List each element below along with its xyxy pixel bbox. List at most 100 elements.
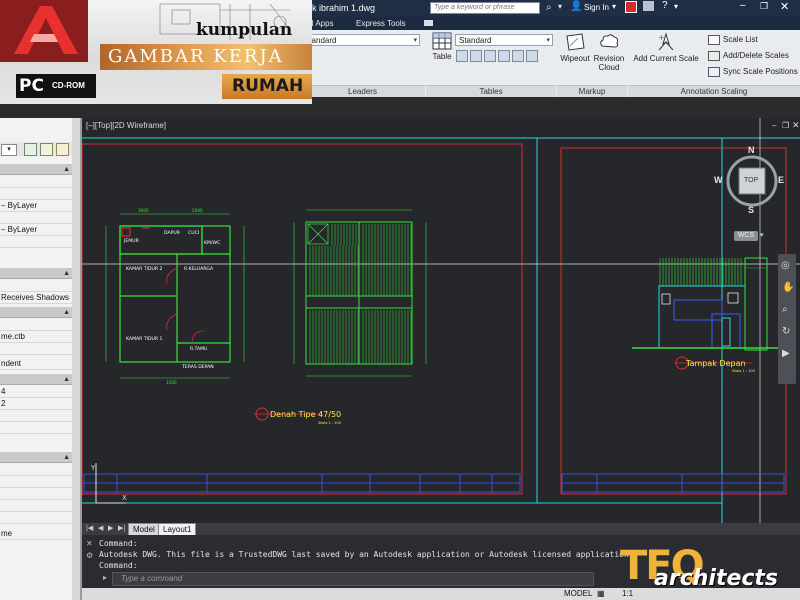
viewport-restore-icon[interactable]: ❐ (782, 121, 789, 130)
palette-row[interactable] (0, 476, 72, 488)
elevation-roof-lines (659, 258, 742, 286)
palette-section-header[interactable]: ▲ (0, 307, 72, 318)
watermark-architects: architects (654, 566, 779, 591)
palette-row-value[interactable]: 2 (0, 398, 72, 410)
model-space-toggle[interactable]: MODEL (564, 589, 592, 598)
viewport-controls-label[interactable]: [–][Top][2D Wireframe] (86, 121, 166, 130)
command-input[interactable]: ▸ Type a command (103, 572, 594, 586)
close-icon[interactable]: ✕ (780, 0, 789, 13)
palette-row-linetype[interactable]: – ByLayer (0, 200, 72, 212)
palette-row[interactable] (0, 512, 72, 524)
palette-section-header[interactable]: ▲ (0, 452, 72, 463)
table-button[interactable]: Table (430, 32, 454, 68)
table-tool-icon[interactable] (512, 50, 524, 62)
chevron-down-icon[interactable]: ▾ (612, 2, 616, 11)
compass-north-label[interactable]: N (748, 145, 755, 155)
viewcube-top-face[interactable]: TOP (744, 177, 758, 184)
annotation-scale-value[interactable]: 1:1 (622, 589, 633, 598)
palette-row[interactable] (0, 176, 72, 188)
palette-row[interactable] (0, 212, 72, 224)
showmotion-icon[interactable]: ▶ (782, 348, 790, 359)
table-tool-icon[interactable] (484, 50, 496, 62)
select-objects-icon[interactable] (40, 143, 53, 156)
leader-style-combo[interactable]: Standard ▾ (300, 34, 420, 46)
table-tool-icon[interactable] (498, 50, 510, 62)
pc-cdrom-badge: PC CD-ROM (16, 74, 96, 98)
add-current-scale-button[interactable]: + Add Current Scale (630, 32, 702, 76)
table-style-combo[interactable]: Standard ▾ (455, 34, 553, 46)
viewport-close-icon[interactable]: ✕ (792, 120, 800, 131)
palette-section-header[interactable]: ▲ (0, 268, 72, 279)
revision-cloud-button[interactable]: Revision Cloud (592, 32, 626, 76)
zoom-icon[interactable]: ⌕ (782, 304, 788, 315)
binoculars-icon[interactable]: ⌕ (546, 2, 552, 13)
compass-east-label[interactable]: E (778, 175, 784, 185)
steering-wheel-icon[interactable]: ◎ (781, 260, 790, 271)
palette-row-plot-attached[interactable]: ndent (0, 358, 72, 370)
palette-row[interactable] (0, 236, 72, 248)
add-delete-scales-button[interactable]: Add/Delete Scales (708, 51, 789, 61)
store-icon[interactable] (643, 1, 654, 11)
roof-hatch-lines (309, 224, 412, 364)
add-delete-scales-label: Add/Delete Scales (723, 51, 789, 61)
chevron-down-icon[interactable]: ▾ (760, 231, 764, 239)
prev-layout-icon[interactable]: ◀ (98, 524, 103, 532)
quick-select-icon[interactable] (56, 143, 69, 156)
scale-list-button[interactable]: Scale List (708, 35, 758, 45)
last-layout-icon[interactable]: ▶| (118, 524, 125, 532)
palette-row-ucs-name[interactable]: me (0, 528, 72, 540)
drawing-viewport[interactable]: Y X JEMUR DAPUR CUCI KM/WC KAMAR TIDUR 2… (81, 118, 800, 523)
grid-icon[interactable]: ▦ (597, 589, 605, 598)
pan-icon[interactable]: ✋ (782, 282, 794, 293)
wcs-menu[interactable]: WCS (734, 231, 758, 241)
orbit-icon[interactable]: ↻ (782, 326, 790, 337)
chevron-down-icon[interactable]: ▾ (558, 2, 562, 11)
sync-scale-positions-button[interactable]: Sync Scale Positions (708, 67, 798, 77)
search-input[interactable]: Type a keyword or phrase (430, 2, 540, 14)
palette-row[interactable] (0, 500, 72, 512)
ribbon-toggle-icon[interactable] (424, 20, 433, 26)
palette-row-plot-style-table[interactable]: me.ctb (0, 331, 72, 343)
panel-title-leaders: Leaders (300, 85, 425, 97)
palette-section-header[interactable]: ▲ (0, 164, 72, 175)
wipeout-label: Wipeout (560, 54, 590, 63)
wrench-icon[interactable]: ⚙ (86, 551, 93, 560)
next-layout-icon[interactable]: ▶ (108, 524, 113, 532)
palette-row[interactable] (0, 188, 72, 200)
viewcube[interactable]: N S W E TOP (714, 145, 785, 215)
tab-express-tools[interactable]: Express Tools (356, 17, 406, 30)
chevron-down-icon[interactable]: ▾ (1, 144, 17, 156)
palette-section-header[interactable]: ▲ (0, 374, 72, 385)
table-icon (432, 32, 452, 50)
add-delete-scales-icon (708, 51, 720, 61)
compass-west-label[interactable]: W (714, 175, 723, 185)
palette-row-shadows[interactable]: Receives Shadows (0, 292, 72, 304)
palette-scrollbar[interactable] (72, 118, 80, 600)
chevron-down-icon[interactable]: ▾ (674, 2, 678, 11)
restore-icon[interactable]: ❐ (760, 1, 768, 12)
sign-in-link[interactable]: Sign In (584, 3, 609, 12)
palette-row-lineweight[interactable]: – ByLayer (0, 224, 72, 236)
palette-row[interactable] (0, 464, 72, 476)
palette-row-value[interactable]: 4 (0, 386, 72, 398)
exchange-icon[interactable] (625, 1, 637, 13)
palette-row[interactable] (0, 343, 72, 355)
palette-row[interactable] (0, 280, 72, 292)
palette-row[interactable] (0, 422, 72, 434)
room-label-r-keluarga: R.KELUARGA (184, 266, 214, 272)
table-tool-icon[interactable] (526, 50, 538, 62)
table-tool-icon[interactable] (470, 50, 482, 62)
compass-south-label[interactable]: S (748, 205, 754, 215)
palette-row[interactable] (0, 488, 72, 500)
room-label-teras-depan: TERAS DEPAN (181, 364, 214, 370)
close-icon[interactable]: ✕ (86, 539, 93, 548)
help-icon[interactable]: ? (662, 0, 668, 11)
first-layout-icon[interactable]: |◀ (86, 524, 93, 532)
palette-row[interactable] (0, 410, 72, 422)
minimize-icon[interactable]: – (740, 0, 746, 11)
wipeout-button[interactable]: Wipeout (558, 32, 592, 76)
palette-row[interactable] (0, 319, 72, 331)
toggle-pickadd-icon[interactable] (24, 143, 37, 156)
viewport-minimize-icon[interactable]: – (772, 121, 776, 130)
table-tool-icon[interactable] (456, 50, 468, 62)
